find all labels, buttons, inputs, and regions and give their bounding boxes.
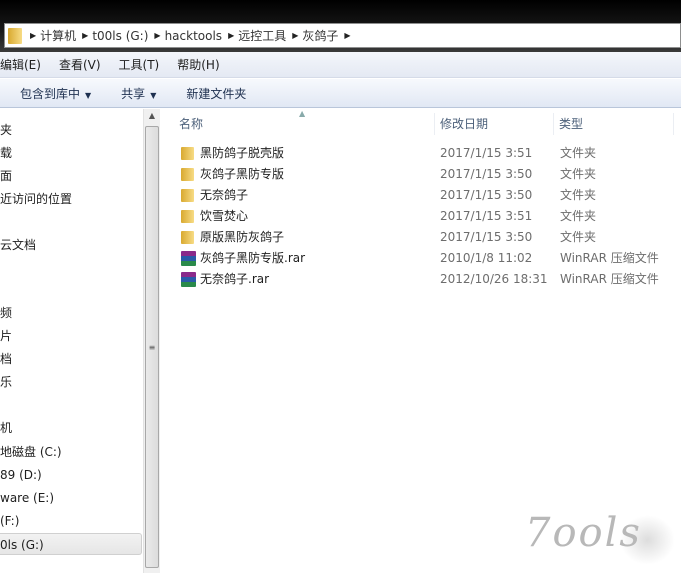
navigation-pane: 夹 载 面 近访问的位置 云文档 频 片 档 乐 机 地磁盘 (C:) 89 (… [0,109,143,573]
breadcrumb-item[interactable]: 灰鸽子 [302,27,338,44]
winrar-archive-icon [181,272,196,287]
file-name: 无奈鸽子 [200,188,249,202]
breadcrumb-item[interactable]: hacktools [165,29,222,43]
column-header-date[interactable]: 修改日期 [440,113,554,135]
file-type: 文件夹 [560,167,597,181]
file-type: WinRAR 压缩文件 [560,272,659,286]
folder-icon [181,168,194,181]
nav-item[interactable]: 云文档 [0,234,142,256]
file-date: 2017/1/15 3:50 [440,188,533,202]
nav-item[interactable]: 乐 [0,371,142,393]
caret-down-icon: ▼ [85,90,92,100]
winrar-archive-icon [181,251,196,266]
column-header-name[interactable]: 名称 [179,113,435,135]
file-row[interactable]: 原版黑防灰鸽子 2017/1/15 3:50 文件夹 [181,227,681,248]
nav-item[interactable]: 地磁盘 (C:) [0,441,142,463]
chevron-right-icon[interactable]: ▶ [30,31,36,40]
nav-item[interactable]: 档 [0,348,142,370]
file-type: 文件夹 [560,230,597,244]
folder-icon [8,27,22,44]
nav-item-selected[interactable]: 0ls (G:) [0,533,142,555]
breadcrumb-item[interactable]: 计算机 [40,27,76,44]
nav-item[interactable]: ware (E:) [0,487,142,509]
column-header-type[interactable]: 类型 [559,113,674,135]
folder-icon [181,210,194,223]
file-name: 灰鸽子黑防专版.rar [200,251,306,265]
file-type: WinRAR 压缩文件 [560,251,659,265]
t00ls-watermark-logo: 7ools [525,510,642,556]
nav-item[interactable]: (F:) [0,510,142,532]
folder-icon [181,147,194,160]
nav-item[interactable]: 89 (D:) [0,464,142,486]
scrollbar-thumb[interactable]: ≡ [145,126,159,568]
file-date: 2017/1/15 3:50 [440,230,533,244]
nav-item[interactable]: 夹 [0,119,142,141]
chevron-right-icon[interactable]: ▶ [154,31,160,40]
new-folder-button[interactable]: 新建文件夹 [186,85,246,102]
include-in-library-button[interactable]: 包含到库中 ▼ [20,85,91,102]
folder-icon [181,231,194,244]
file-name: 原版黑防灰鸽子 [200,230,285,244]
file-row[interactable]: 灰鸽子黑防专版.rar 2010/1/8 11:02 WinRAR 压缩文件 [181,248,681,269]
share-button[interactable]: 共享 ▼ [121,85,156,102]
file-date: 2012/10/26 18:31 [440,272,548,286]
file-date: 2017/1/15 3:51 [440,209,533,223]
file-type: 文件夹 [560,146,597,160]
breadcrumb-item[interactable]: 远控工具 [238,27,286,44]
nav-item[interactable]: 近访问的位置 [0,188,142,210]
menu-edit[interactable]: 编辑(E) [0,56,41,73]
folder-icon [181,189,194,202]
chevron-right-icon[interactable]: ▶ [228,31,234,40]
nav-item[interactable]: 片 [0,325,142,347]
scroll-up-icon[interactable]: ▲ [144,111,160,120]
chevron-right-icon[interactable]: ▶ [344,31,350,40]
menu-bar: 编辑(E) 查看(V) 工具(T) 帮助(H) [0,52,681,78]
button-label: 共享 [121,86,146,101]
nav-item[interactable]: 频 [0,302,142,324]
nav-scrollbar[interactable]: ▲ ≡ [143,109,160,573]
toolbar: 包含到库中 ▼ 共享 ▼ 新建文件夹 [0,79,681,108]
file-date: 2010/1/8 11:02 [440,251,533,265]
chevron-right-icon[interactable]: ▶ [82,31,88,40]
file-name: 灰鸽子黑防专版 [200,167,285,181]
menu-help[interactable]: 帮助(H) [177,56,219,73]
file-row[interactable]: 无奈鸽子.rar 2012/10/26 18:31 WinRAR 压缩文件 [181,269,681,290]
caret-down-icon: ▼ [150,90,157,100]
file-type: 文件夹 [560,188,597,202]
file-row[interactable]: 无奈鸽子 2017/1/15 3:50 文件夹 [181,185,681,206]
file-name: 黑防鸽子脱壳版 [200,146,285,160]
file-row[interactable]: 饮雪焚心 2017/1/15 3:51 文件夹 [181,206,681,227]
nav-item[interactable]: 面 [0,165,142,187]
button-label: 包含到库中 [20,86,81,101]
nav-item[interactable]: 机 [0,417,142,439]
file-type: 文件夹 [560,209,597,223]
breadcrumb-item[interactable]: t00ls (G:) [92,29,148,43]
file-row[interactable]: 灰鸽子黑防专版 2017/1/15 3:50 文件夹 [181,164,681,185]
file-name: 无奈鸽子.rar [200,272,270,286]
menu-tools[interactable]: 工具(T) [119,56,160,73]
address-bar[interactable]: ▶ 计算机 ▶ t00ls (G:) ▶ hacktools ▶ 远控工具 ▶ … [4,23,681,48]
file-date: 2017/1/15 3:51 [440,146,533,160]
file-date: 2017/1/15 3:50 [440,167,533,181]
menu-view[interactable]: 查看(V) [59,56,101,73]
file-list: ▲ 名称 修改日期 类型 黑防鸽子脱壳版 2017/1/15 3:51 文件夹 … [161,109,681,573]
chevron-right-icon[interactable]: ▶ [292,31,298,40]
file-row[interactable]: 黑防鸽子脱壳版 2017/1/15 3:51 文件夹 [181,143,681,164]
nav-item[interactable]: 载 [0,142,142,164]
file-name: 饮雪焚心 [200,209,249,223]
